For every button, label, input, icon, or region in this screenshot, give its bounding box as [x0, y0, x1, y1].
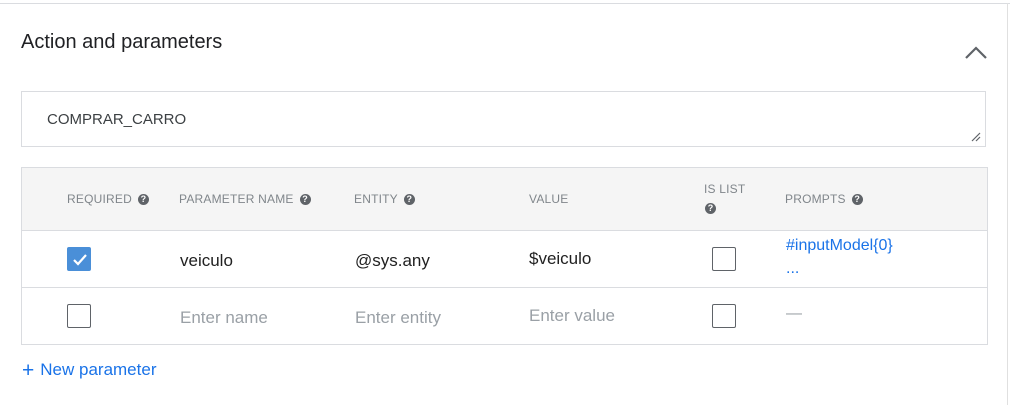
required-checkbox[interactable] — [67, 247, 91, 271]
is-list-checkbox[interactable] — [712, 304, 736, 328]
header-is-list: IS LIST — [704, 182, 746, 196]
table-row: veiculo @sys.any $veiculo #inputModel{0}… — [22, 230, 987, 288]
header-value: VALUE — [529, 192, 569, 206]
new-parameter-button[interactable]: + New parameter — [22, 359, 156, 383]
parameter-entity-cell — [355, 308, 495, 328]
check-icon — [73, 254, 87, 266]
help-icon[interactable]: ? — [299, 194, 311, 205]
collapse-button[interactable] — [960, 38, 992, 66]
new-parameter-label: New parameter — [40, 360, 157, 379]
header-required: REQUIRED? — [67, 192, 149, 206]
parameter-value-input[interactable] — [529, 306, 669, 326]
help-icon[interactable]: ? — [705, 203, 716, 214]
table-header: REQUIRED? PARAMETER NAME? ENTITY? VALUE … — [22, 168, 987, 231]
parameter-value[interactable]: $veiculo — [529, 249, 591, 269]
parameter-entity[interactable]: @sys.any — [355, 251, 430, 271]
action-input[interactable] — [22, 92, 985, 146]
parameter-name-cell — [180, 308, 320, 328]
parameter-value-cell — [529, 306, 669, 326]
header-entity: ENTITY? — [354, 192, 415, 206]
header-parameter-name: PARAMETER NAME? — [179, 192, 311, 206]
new-parameter-row: — — [22, 288, 987, 345]
resize-grip-icon[interactable] — [971, 132, 981, 142]
section-title: Action and parameters — [21, 31, 223, 53]
action-field[interactable] — [21, 91, 986, 147]
chevron-up-icon — [965, 46, 987, 59]
parameters-table: REQUIRED? PARAMETER NAME? ENTITY? VALUE … — [21, 167, 988, 345]
prompt-empty: — — [786, 305, 802, 322]
prompt-link[interactable]: #inputModel{0} — [786, 237, 893, 255]
help-icon[interactable]: ? — [403, 194, 415, 205]
help-icon[interactable]: ? — [851, 194, 863, 205]
parameter-entity-input[interactable] — [355, 308, 495, 328]
header-prompts: PROMPTS? — [785, 192, 863, 206]
parameter-name-input[interactable] — [180, 308, 320, 328]
prompt-more-link[interactable]: ... — [786, 260, 799, 278]
plus-icon: + — [22, 359, 35, 382]
right-divider — [1007, 3, 1008, 405]
top-divider — [0, 3, 1010, 4]
parameter-name[interactable]: veiculo — [180, 251, 233, 271]
required-checkbox[interactable] — [67, 304, 91, 328]
help-icon[interactable]: ? — [137, 194, 149, 205]
is-list-checkbox[interactable] — [712, 247, 736, 271]
